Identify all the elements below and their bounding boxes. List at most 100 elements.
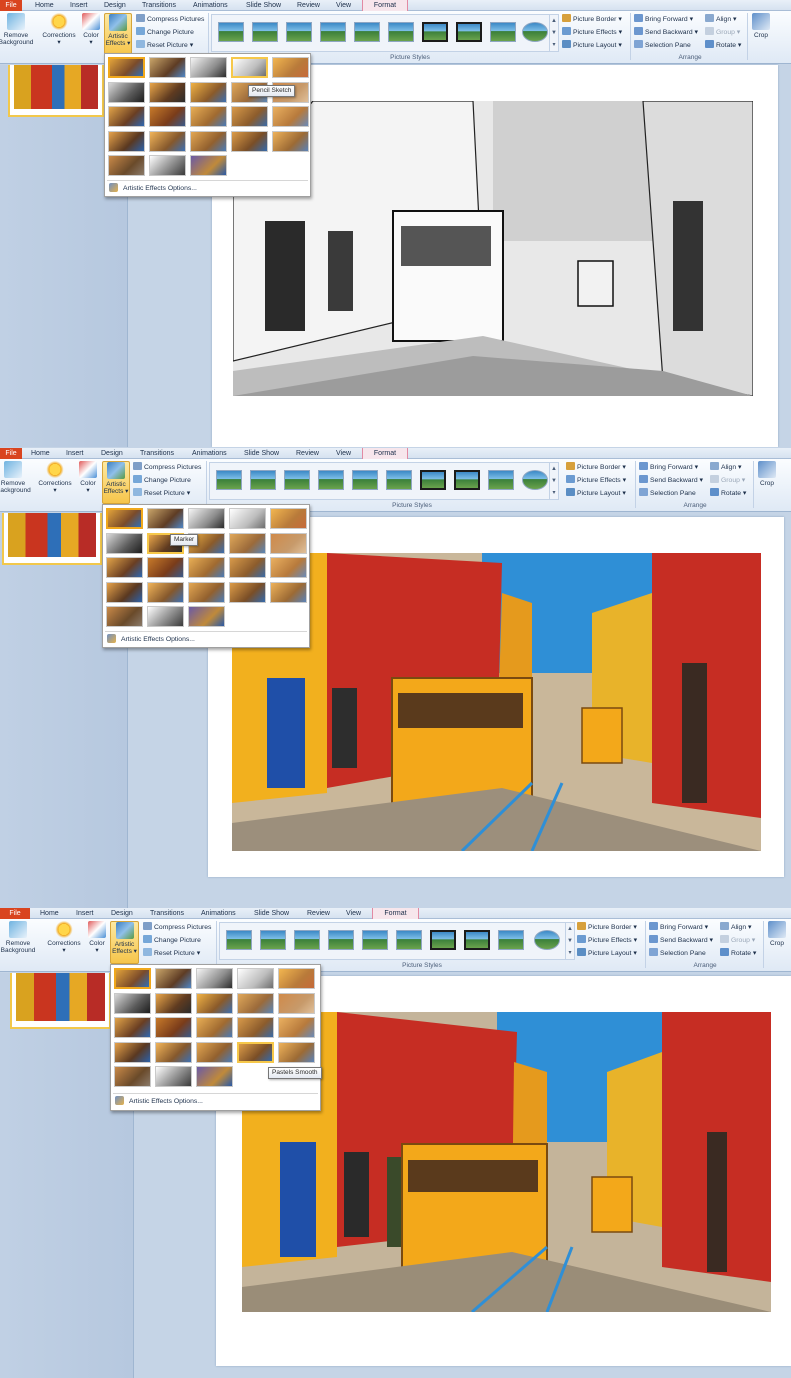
picture-style-thumb[interactable]: [522, 22, 548, 42]
picture-style-thumb[interactable]: [456, 22, 482, 42]
tab-home[interactable]: Home: [31, 448, 50, 459]
color-button[interactable]: Color ▾: [80, 13, 102, 46]
artistic-effect-thumb[interactable]: [106, 581, 143, 603]
tab-insert[interactable]: Insert: [66, 448, 84, 459]
tab-animations[interactable]: Animations: [201, 908, 236, 919]
gallery-more-icon[interactable]: ▾: [565, 947, 574, 959]
picture-layout-button[interactable]: Picture Layout ▾: [577, 948, 637, 960]
artistic-effect-thumb[interactable]: [231, 57, 268, 78]
picture-style-thumb[interactable]: [250, 470, 276, 490]
crop-button[interactable]: Crop: [765, 921, 789, 947]
gallery-scroll-down-icon[interactable]: ▼: [549, 27, 558, 39]
tab-animations[interactable]: Animations: [193, 0, 228, 11]
remove-background-button[interactable]: Remove Background: [0, 921, 38, 954]
tab-slide-show[interactable]: Slide Show: [244, 448, 279, 459]
group-button[interactable]: Group ▾: [710, 475, 745, 487]
color-button[interactable]: Color ▾: [77, 461, 99, 494]
picture-style-thumb[interactable]: [216, 470, 242, 490]
tram-street-photo-pencil-sketch[interactable]: [233, 101, 753, 396]
slide-thumbnail[interactable]: [8, 65, 104, 117]
artistic-effect-thumb[interactable]: [231, 130, 268, 152]
tab-home[interactable]: Home: [40, 908, 59, 919]
tab-view[interactable]: View: [346, 908, 361, 919]
artistic-effect-thumb[interactable]: [149, 130, 186, 152]
tram-street-photo-pastels-smooth[interactable]: [242, 1012, 771, 1312]
artistic-effect-thumb[interactable]: [272, 130, 309, 152]
compress-pictures-button[interactable]: Compress Pictures: [136, 14, 204, 26]
picture-style-thumb[interactable]: [488, 470, 514, 490]
change-picture-button[interactable]: Change Picture: [133, 475, 191, 487]
artistic-effect-thumb[interactable]: [149, 155, 186, 176]
corrections-button[interactable]: Corrections ▾: [34, 461, 76, 494]
tab-design[interactable]: Design: [111, 908, 133, 919]
artistic-effect-thumb[interactable]: [196, 968, 233, 989]
group-button[interactable]: Group ▾: [720, 935, 755, 947]
picture-style-thumb[interactable]: [286, 22, 312, 42]
artistic-effect-thumb[interactable]: [196, 1041, 233, 1063]
picture-border-button[interactable]: Picture Border ▾: [562, 14, 622, 26]
artistic-effect-thumb[interactable]: [190, 57, 227, 78]
artistic-effect-thumb[interactable]: [278, 992, 315, 1014]
artistic-effect-thumb[interactable]: [147, 557, 184, 578]
picture-style-thumb[interactable]: [386, 470, 412, 490]
artistic-effect-thumb[interactable]: [149, 57, 186, 78]
remove-background-button[interactable]: Remove Background: [0, 13, 36, 46]
artistic-effect-thumb[interactable]: [270, 581, 307, 603]
artistic-effect-thumb[interactable]: [188, 508, 225, 529]
picture-effects-button[interactable]: Picture Effects ▾: [562, 27, 622, 39]
artistic-effects-options-item[interactable]: Artistic Effects Options...: [109, 182, 197, 196]
align-button[interactable]: Align ▾: [710, 462, 741, 474]
compress-pictures-button[interactable]: Compress Pictures: [133, 462, 201, 474]
slide-thumbnail[interactable]: [2, 513, 102, 565]
tab-insert[interactable]: Insert: [70, 0, 88, 11]
gallery-scroll-down-icon[interactable]: ▼: [549, 475, 558, 487]
tab-transitions[interactable]: Transitions: [140, 448, 174, 459]
artistic-effect-thumb[interactable]: [155, 992, 192, 1014]
artistic-effect-thumb[interactable]: [108, 81, 145, 103]
tab-transitions[interactable]: Transitions: [150, 908, 184, 919]
artistic-effect-thumb[interactable]: [114, 1017, 151, 1038]
artistic-effect-thumb[interactable]: [155, 1041, 192, 1063]
gallery-scroll-down-icon[interactable]: ▼: [565, 935, 574, 947]
artistic-effect-thumb[interactable]: [190, 81, 227, 103]
gallery-scroll-up-icon[interactable]: ▲: [549, 463, 558, 475]
artistic-effects-options-item[interactable]: Artistic Effects Options...: [115, 1095, 203, 1109]
picture-effects-button[interactable]: Picture Effects ▾: [566, 475, 626, 487]
picture-style-thumb[interactable]: [352, 470, 378, 490]
tab-animations[interactable]: Animations: [192, 448, 227, 459]
tab-view[interactable]: View: [336, 0, 351, 11]
color-button[interactable]: Color ▾: [86, 921, 108, 954]
tab-design[interactable]: Design: [104, 0, 126, 11]
gallery-more-icon[interactable]: ▾: [549, 39, 558, 51]
bring-forward-button[interactable]: Bring Forward ▾: [634, 14, 693, 26]
change-picture-button[interactable]: Change Picture: [136, 27, 194, 39]
tab-view[interactable]: View: [336, 448, 351, 459]
align-button[interactable]: Align ▾: [720, 922, 751, 934]
reset-picture-button[interactable]: Reset Picture ▾: [143, 948, 200, 960]
picture-effects-button[interactable]: Picture Effects ▾: [577, 935, 637, 947]
corrections-button[interactable]: Corrections ▾: [38, 13, 80, 46]
bring-forward-button[interactable]: Bring Forward ▾: [649, 922, 708, 934]
reset-picture-button[interactable]: Reset Picture ▾: [136, 40, 193, 52]
picture-style-thumb[interactable]: [422, 22, 448, 42]
picture-style-thumb[interactable]: [396, 930, 422, 950]
selection-pane-button[interactable]: Selection Pane: [639, 488, 696, 500]
tab-design[interactable]: Design: [101, 448, 123, 459]
artistic-effect-thumb[interactable]: [147, 581, 184, 603]
picture-style-thumb[interactable]: [320, 22, 346, 42]
artistic-effect-thumb[interactable]: [278, 1041, 315, 1063]
artistic-effect-thumb[interactable]: [114, 992, 151, 1014]
artistic-effect-thumb[interactable]: [114, 1066, 151, 1087]
artistic-effect-thumb[interactable]: [196, 992, 233, 1014]
gallery-scroll-up-icon[interactable]: ▲: [565, 923, 574, 935]
artistic-effect-thumb[interactable]: [188, 606, 225, 627]
picture-style-thumb[interactable]: [388, 22, 414, 42]
artistic-effect-thumb[interactable]: [229, 532, 266, 554]
artistic-effect-thumb[interactable]: [155, 968, 192, 989]
tram-street-photo-marker[interactable]: [232, 553, 761, 851]
picture-style-thumb[interactable]: [354, 22, 380, 42]
artistic-effects-button[interactable]: Artistic Effects ▾: [104, 13, 132, 56]
artistic-effect-thumb[interactable]: [272, 57, 309, 78]
artistic-effect-thumb[interactable]: [108, 57, 145, 78]
send-backward-button[interactable]: Send Backward ▾: [634, 27, 698, 39]
